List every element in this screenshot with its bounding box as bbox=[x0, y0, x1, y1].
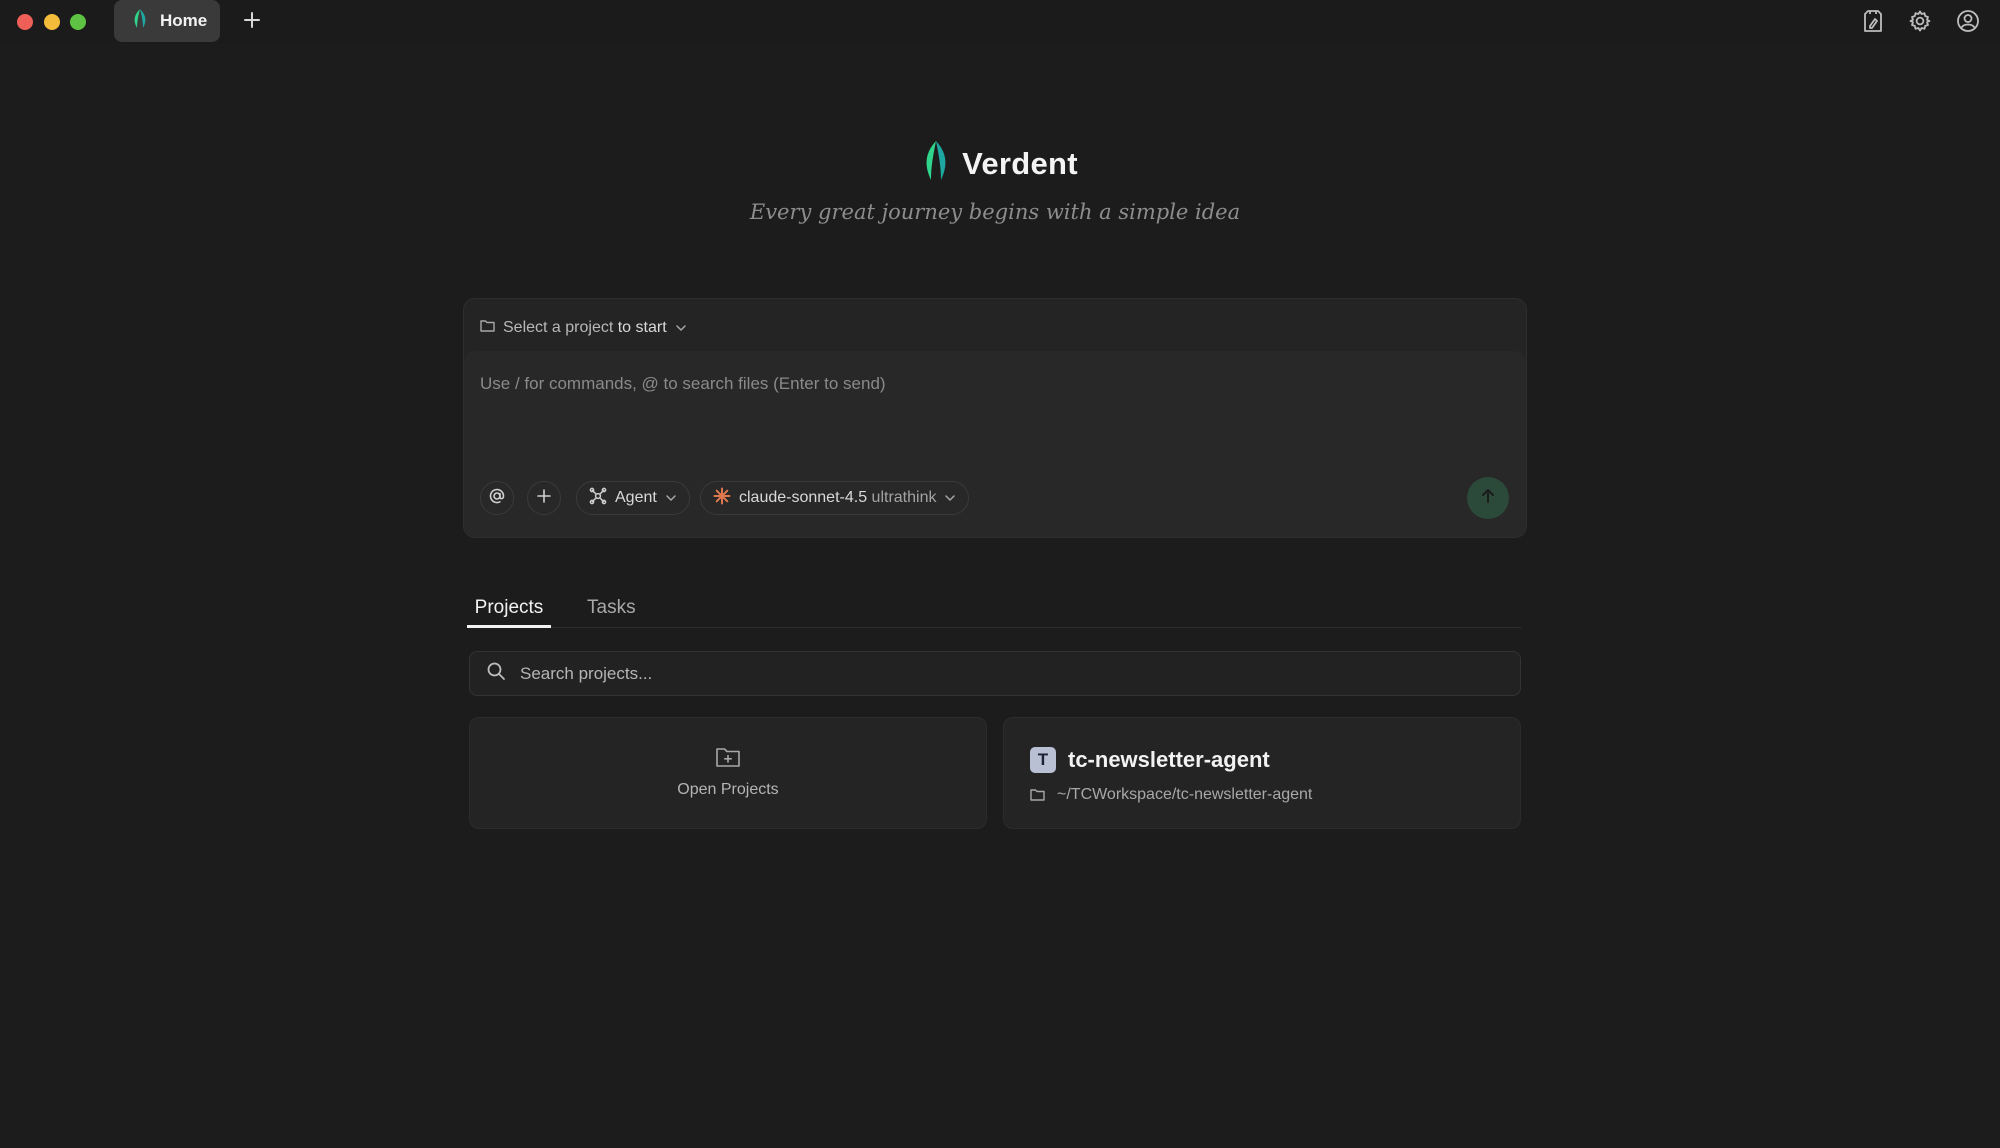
model-label: claude-sonnet-4.5 bbox=[739, 489, 868, 506]
model-option-label: ultrathink bbox=[871, 489, 937, 506]
arrow-up-icon bbox=[1479, 487, 1497, 510]
mention-button[interactable] bbox=[480, 481, 514, 515]
project-search bbox=[469, 651, 1521, 696]
tagline: Every great journey begins with a simple… bbox=[749, 200, 1241, 224]
folder-plus-icon bbox=[715, 746, 741, 773]
account-button[interactable] bbox=[1953, 8, 1983, 38]
settings-button[interactable] bbox=[1905, 8, 1935, 38]
at-icon bbox=[488, 487, 506, 510]
attach-button[interactable] bbox=[527, 481, 561, 515]
user-icon bbox=[1956, 9, 1980, 38]
project-select-label: Select a project bbox=[503, 319, 614, 336]
brand-name: Verdent bbox=[962, 145, 1078, 181]
search-icon bbox=[486, 661, 506, 686]
mode-label: Agent bbox=[615, 489, 657, 506]
project-card[interactable]: T tc-newsletter-agent ~/TCWorkspace/tc-n… bbox=[1003, 717, 1521, 829]
model-dropdown[interactable]: claude-sonnet-4.5 ultrathink bbox=[700, 481, 970, 515]
window-minimize-button[interactable] bbox=[44, 14, 60, 30]
leaf-logo-icon bbox=[922, 140, 950, 187]
brand-header: Verdent bbox=[0, 140, 2000, 187]
gear-icon bbox=[1908, 9, 1932, 38]
folder-icon bbox=[480, 319, 495, 337]
open-projects-label: Open Projects bbox=[677, 781, 779, 798]
new-tab-button[interactable] bbox=[238, 8, 266, 36]
plus-icon bbox=[243, 11, 261, 34]
tab-projects[interactable]: Projects bbox=[467, 588, 551, 628]
project-name: tc-newsletter-agent bbox=[1068, 747, 1270, 772]
chevron-down-icon bbox=[665, 489, 677, 507]
send-button[interactable] bbox=[1467, 477, 1509, 519]
claude-spark-icon bbox=[713, 487, 731, 510]
project-select-label-suffix: to start bbox=[613, 319, 667, 336]
open-projects-card[interactable]: Open Projects bbox=[469, 717, 987, 829]
projects-tasks-tabs: Projects Tasks bbox=[467, 588, 1521, 628]
tab-home[interactable]: Home bbox=[114, 0, 220, 42]
plus-icon bbox=[536, 488, 552, 509]
window-close-button[interactable] bbox=[17, 14, 33, 30]
composer-input-area: Agent claude-sonnet-4.5 ultrathink bbox=[464, 351, 1526, 537]
tab-tasks[interactable]: Tasks bbox=[587, 588, 636, 628]
mode-dropdown[interactable]: Agent bbox=[576, 481, 690, 515]
window-maximize-button[interactable] bbox=[70, 14, 86, 30]
notes-button[interactable] bbox=[1858, 8, 1888, 38]
chevron-down-icon bbox=[944, 489, 956, 507]
leaf-logo-icon bbox=[132, 8, 148, 35]
prompt-input[interactable] bbox=[480, 369, 1500, 399]
folder-icon bbox=[1030, 788, 1045, 806]
agent-icon bbox=[589, 487, 607, 510]
project-avatar: T bbox=[1030, 747, 1056, 773]
project-path: ~/TCWorkspace/tc-newsletter-agent bbox=[1057, 786, 1313, 803]
chevron-down-icon bbox=[675, 319, 687, 337]
tab-home-label: Home bbox=[160, 11, 208, 30]
search-projects-input[interactable] bbox=[520, 658, 1500, 689]
title-bar: Home bbox=[0, 0, 2000, 44]
project-select-dropdown[interactable]: Select a project to start bbox=[480, 315, 687, 341]
notes-icon bbox=[1862, 9, 1884, 38]
composer: Select a project to start Use / for comm… bbox=[463, 298, 1527, 538]
